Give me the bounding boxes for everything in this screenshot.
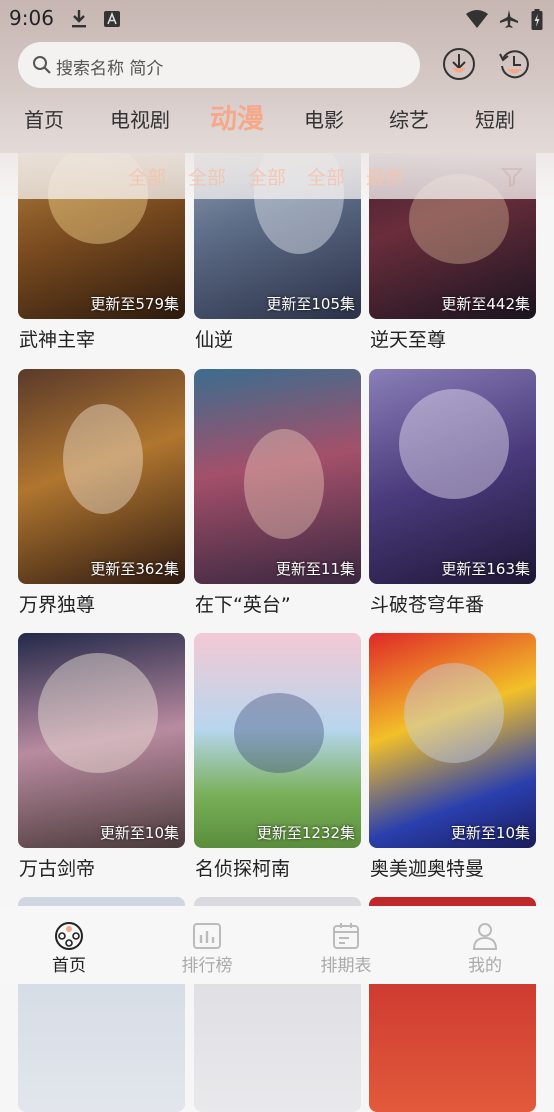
calendar-icon [333,923,359,949]
download-manager-icon[interactable] [442,47,476,81]
nav-schedule[interactable]: 排期表 [277,906,415,984]
download-icon [72,10,86,28]
tab-tv-series[interactable]: 电视剧 [106,98,174,142]
search-placeholder: 搜索名称 简介 [56,59,164,79]
episode-badge: 更新至10集 [99,824,179,842]
nav-label: 排行榜 [181,956,233,976]
filter-chip[interactable]: 全部 [128,163,166,190]
poster-image: 更新至163集 [369,369,536,584]
episode-badge: 更新至163集 [441,560,530,578]
nav-label: 排期表 [320,956,372,976]
video-title: 万界独尊 [19,594,96,616]
history-icon[interactable] [497,47,531,81]
tab-variety[interactable]: 综艺 [383,98,435,142]
poster-image: 更新至1232集 [194,633,361,848]
status-bar: 9:06 [0,0,554,38]
search-icon [33,56,51,74]
tab-short-drama[interactable]: 短剧 [469,98,521,142]
episode-badge: 更新至11集 [275,560,355,578]
nav-label: 我的 [468,956,502,976]
video-title: 仙逆 [195,329,234,351]
video-title: 名侦探柯南 [195,858,291,880]
user-icon [472,923,498,950]
nav-profile[interactable]: 我的 [416,906,554,984]
category-tabs: 首页 电视剧 动漫 电影 综艺 短剧 [0,98,554,142]
nav-label: 首页 [52,956,86,976]
filter-row: 全部 全部 全部 全部 最新 [0,153,554,199]
episode-badge: 更新至442集 [441,295,530,313]
video-title: 万古剑帝 [19,858,96,880]
episode-badge: 更新至362集 [90,560,179,578]
tab-home[interactable]: 首页 [18,98,70,142]
filter-chip[interactable]: 全部 [248,163,286,190]
episode-badge: 更新至105集 [266,295,355,313]
filter-chip[interactable]: 全部 [307,163,345,190]
video-title: 奥美迦奥特曼 [370,858,485,880]
wifi-icon [466,10,488,28]
chart-icon [193,923,221,949]
nav-ranking[interactable]: 排行榜 [138,906,276,984]
video-title: 在下“英台” [195,594,291,616]
status-time: 9:06 [9,6,54,30]
bottom-nav: 首页 排行榜 排期表 我的 [0,906,554,984]
poster-image: 更新至10集 [18,633,185,848]
video-title: 逆天至尊 [370,329,447,351]
airplane-mode-icon [500,10,518,28]
filter-chip[interactable]: 最新 [366,163,404,190]
filter-chip[interactable]: 全部 [188,163,226,190]
nav-home[interactable]: 首页 [0,906,138,984]
video-title: 斗破苍穹年番 [370,594,485,616]
episode-badge: 更新至579集 [90,295,179,313]
battery-charging-icon [531,9,543,30]
episode-badge: 更新至1232集 [256,824,355,842]
poster-image: 更新至362集 [18,369,185,584]
tab-anime[interactable]: 动漫 [204,98,270,142]
episode-badge: 更新至10集 [450,824,530,842]
search-input[interactable]: 搜索名称 简介 [18,42,420,88]
app-header: 9:06 搜索名称 简介 首页 电视剧 动漫 电影 综艺 短剧 [0,0,554,153]
film-reel-icon [55,922,83,950]
filter-icon[interactable] [500,165,524,189]
poster-image: 更新至11集 [194,369,361,584]
keyboard-a-icon [104,11,120,27]
video-title: 武神主宰 [19,329,96,351]
poster-image: 更新至10集 [369,633,536,848]
tab-movie[interactable]: 电影 [298,98,350,142]
